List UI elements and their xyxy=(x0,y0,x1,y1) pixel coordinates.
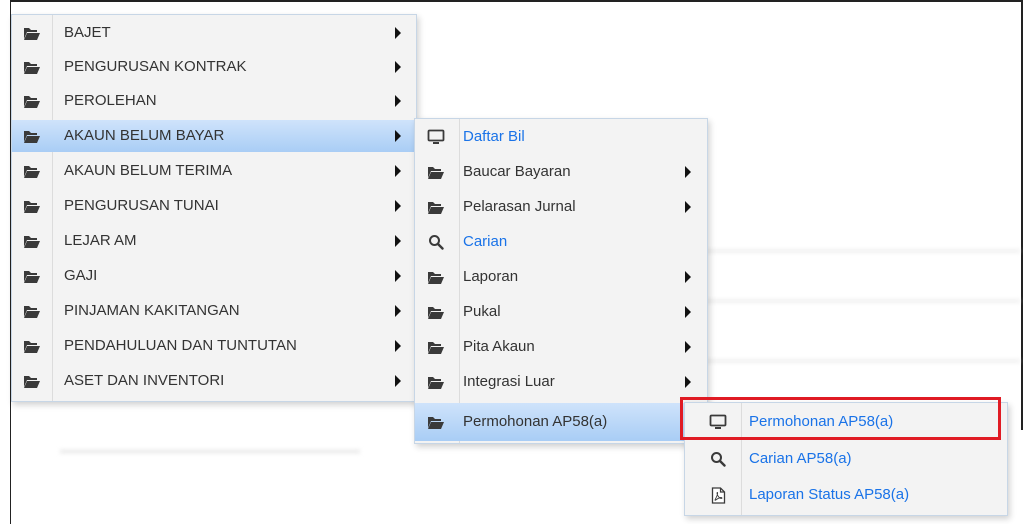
menu-item-label: Carian xyxy=(463,233,508,250)
menu-item-label: PENDAHULUAN DAN TUNTUTAN xyxy=(64,337,297,354)
folder-icon xyxy=(427,199,445,215)
chevron-right-icon xyxy=(395,130,401,142)
menu-item-baucar-bayaran[interactable]: Baucar Bayaran xyxy=(415,156,707,188)
menu-item-aset-dan-inventori[interactable]: ASET DAN INVENTORI xyxy=(12,365,416,397)
chevron-right-icon xyxy=(395,165,401,177)
menu-item-label: Laporan xyxy=(463,268,519,285)
folder-icon xyxy=(427,304,445,320)
menu-item-pita-akaun[interactable]: Pita Akaun xyxy=(415,331,707,363)
menu-item-carian-ap58a[interactable]: Carian AP58(a) xyxy=(685,443,1007,475)
window-frame-top xyxy=(10,0,1022,2)
search-icon xyxy=(709,451,727,467)
background-divider xyxy=(700,250,1020,252)
page: BAJET PENGURUSAN KONTRAK PEROLEHAN AKAUN… xyxy=(0,0,1024,524)
menu-item-label: GAJI xyxy=(64,267,98,284)
menu-item-pengurusan-kontrak[interactable]: PENGURUSAN KONTRAK xyxy=(12,51,416,83)
menu-item-perolehan[interactable]: PEROLEHAN xyxy=(12,85,416,117)
chevron-right-icon xyxy=(685,201,691,213)
menu-item-label: PENGURUSAN TUNAI xyxy=(64,197,219,214)
chevron-right-icon xyxy=(395,340,401,352)
menu-item-label: Pelarasan Jurnal xyxy=(463,198,576,215)
folder-icon xyxy=(23,233,41,249)
folder-icon xyxy=(23,338,41,354)
monitor-icon xyxy=(427,129,445,145)
menu-item-label: Pita Akaun xyxy=(463,338,535,355)
menu-item-integrasi-luar[interactable]: Integrasi Luar xyxy=(415,366,707,398)
folder-icon xyxy=(23,25,41,41)
menu-item-pukal[interactable]: Pukal xyxy=(415,296,707,328)
menu-item-label: PENGURUSAN KONTRAK xyxy=(64,58,247,75)
menu-item-label: Daftar Bil xyxy=(463,128,525,145)
menu-item-daftar-bil[interactable]: Daftar Bil xyxy=(415,121,707,153)
pdf-icon xyxy=(709,486,727,504)
chevron-right-icon xyxy=(685,166,691,178)
chevron-right-icon xyxy=(395,305,401,317)
menu-item-label: PINJAMAN KAKITANGAN xyxy=(64,302,240,319)
menu-item-pendahuluan-dan-tuntutan[interactable]: PENDAHULUAN DAN TUNTUTAN xyxy=(12,330,416,362)
menu-item-akaun-belum-bayar[interactable]: AKAUN BELUM BAYAR xyxy=(12,120,416,152)
menu-item-carian[interactable]: Carian xyxy=(415,226,707,258)
menu-item-label: BAJET xyxy=(64,24,111,41)
chevron-right-icon xyxy=(685,376,691,388)
main-menu: BAJET PENGURUSAN KONTRAK PEROLEHAN AKAUN… xyxy=(11,14,417,402)
chevron-right-icon xyxy=(395,375,401,387)
background-divider xyxy=(700,300,1020,302)
chevron-right-icon xyxy=(395,61,401,73)
folder-icon xyxy=(23,128,41,144)
menu-item-pinjaman-kakitangan[interactable]: PINJAMAN KAKITANGAN xyxy=(12,295,416,327)
chevron-right-icon xyxy=(685,341,691,353)
folder-icon xyxy=(23,163,41,179)
menu-item-label: Carian AP58(a) xyxy=(749,450,852,467)
background-divider xyxy=(700,360,1020,362)
folder-icon xyxy=(23,303,41,319)
folder-icon xyxy=(23,59,41,75)
submenu-akaun-belum-bayar: Daftar Bil Baucar Bayaran Pelarasan Jurn… xyxy=(414,118,708,444)
folder-icon xyxy=(427,269,445,285)
menu-item-laporan-status-ap58a[interactable]: Laporan Status AP58(a) xyxy=(685,479,1007,511)
highlight-annotation-box xyxy=(680,397,1001,440)
menu-item-label: Baucar Bayaran xyxy=(463,163,571,180)
menu-item-akaun-belum-terima[interactable]: AKAUN BELUM TERIMA xyxy=(12,155,416,187)
menu-item-label: AKAUN BELUM BAYAR xyxy=(64,127,225,144)
chevron-right-icon xyxy=(395,27,401,39)
chevron-right-icon xyxy=(395,95,401,107)
menu-item-gaji[interactable]: GAJI xyxy=(12,260,416,292)
menu-item-label: Integrasi Luar xyxy=(463,373,555,390)
background-divider xyxy=(60,450,360,453)
menu-item-label: PEROLEHAN xyxy=(64,92,157,109)
menu-item-permohonan-ap58a-folder[interactable]: Permohonan AP58(a) xyxy=(415,403,707,441)
menu-item-laporan[interactable]: Laporan xyxy=(415,261,707,293)
folder-icon xyxy=(427,339,445,355)
folder-icon xyxy=(23,93,41,109)
menu-item-label: AKAUN BELUM TERIMA xyxy=(64,162,233,179)
chevron-right-icon xyxy=(395,235,401,247)
folder-icon xyxy=(427,374,445,390)
window-frame-right xyxy=(1021,0,1023,430)
menu-item-label: Pukal xyxy=(463,303,501,320)
folder-icon xyxy=(427,414,445,430)
folder-icon xyxy=(23,268,41,284)
search-icon xyxy=(427,234,445,250)
folder-icon xyxy=(23,373,41,389)
folder-icon xyxy=(23,198,41,214)
menu-item-pengurusan-tunai[interactable]: PENGURUSAN TUNAI xyxy=(12,190,416,222)
menu-item-bajet[interactable]: BAJET xyxy=(12,17,416,49)
menu-item-label: Permohonan AP58(a) xyxy=(463,413,608,430)
menu-item-pelarasan-jurnal[interactable]: Pelarasan Jurnal xyxy=(415,191,707,223)
chevron-right-icon xyxy=(685,271,691,283)
menu-item-label: Laporan Status AP58(a) xyxy=(749,486,910,503)
menu-item-label: LEJAR AM xyxy=(64,232,137,249)
chevron-right-icon xyxy=(395,200,401,212)
folder-icon xyxy=(427,164,445,180)
chevron-right-icon xyxy=(685,306,691,318)
chevron-right-icon xyxy=(395,270,401,282)
menu-item-lejar-am[interactable]: LEJAR AM xyxy=(12,225,416,257)
menu-item-label: ASET DAN INVENTORI xyxy=(64,372,225,389)
